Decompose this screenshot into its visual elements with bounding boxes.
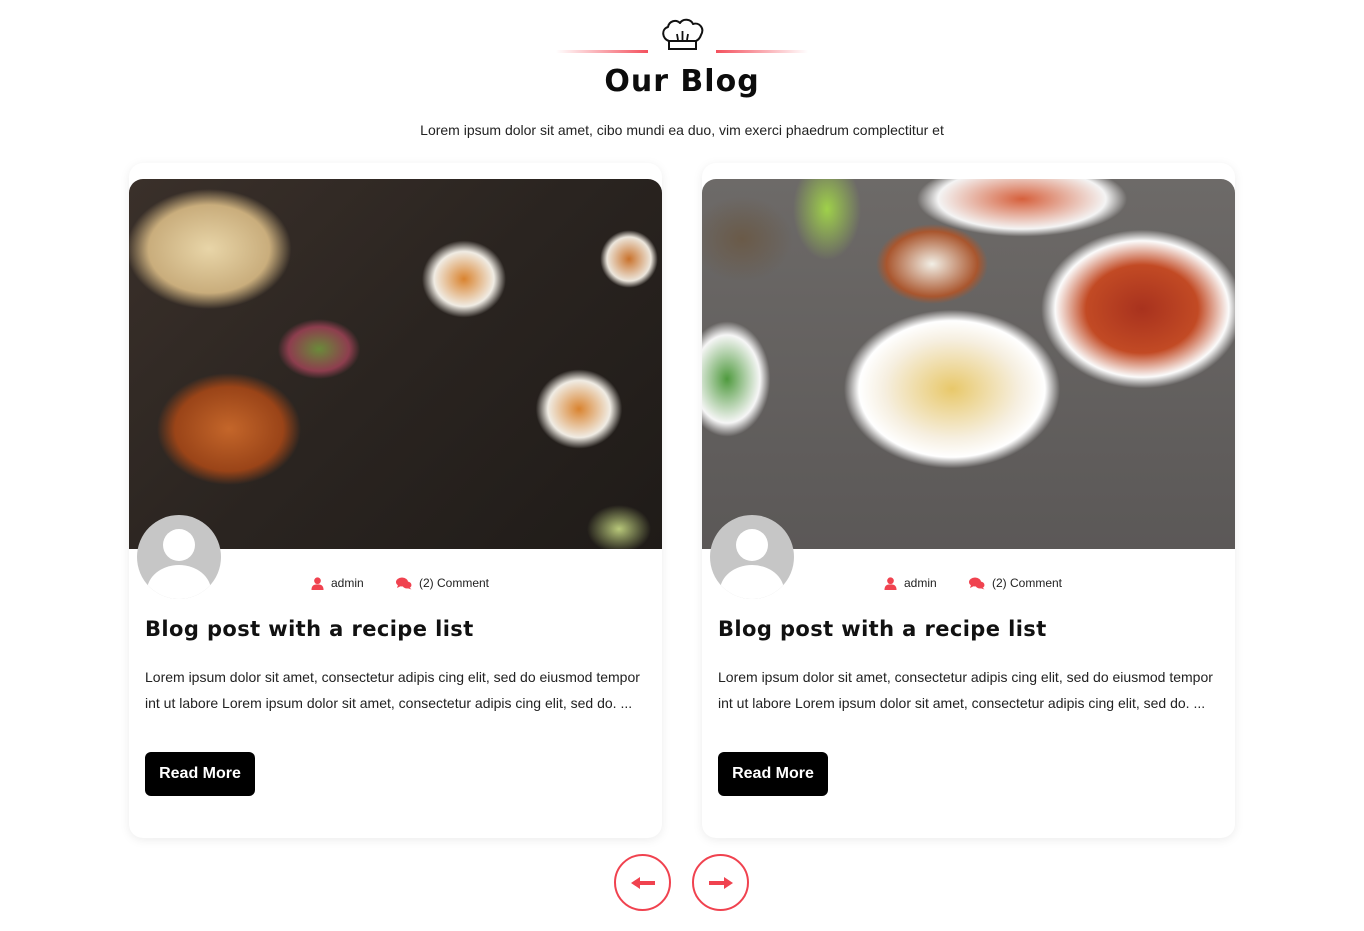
decorative-line-left: [556, 50, 648, 53]
comments-count: (2) Comment: [419, 576, 490, 590]
blog-card: admin (2) Comment Blog post with a recip…: [129, 163, 662, 838]
section-title: Our Blog: [604, 64, 760, 99]
comments-icon: [396, 577, 412, 589]
author-name: admin: [904, 576, 937, 590]
user-icon: [311, 576, 324, 590]
post-author[interactable]: admin: [311, 575, 364, 591]
post-title[interactable]: Blog post with a recipe list: [145, 617, 474, 641]
read-more-button[interactable]: Read More: [145, 752, 255, 796]
comments-icon: [969, 577, 985, 589]
user-icon: [884, 576, 897, 590]
post-comments[interactable]: (2) Comment: [969, 575, 1062, 591]
author-avatar: [137, 515, 221, 599]
section-heading-decoration: [0, 16, 1364, 56]
blog-post-image[interactable]: [702, 179, 1235, 549]
comments-count: (2) Comment: [992, 576, 1063, 590]
author-name: admin: [331, 576, 364, 590]
post-excerpt: Lorem ipsum dolor sit amet, consectetur …: [718, 669, 1213, 711]
post-author[interactable]: admin: [884, 575, 937, 591]
arrow-left-icon: [630, 876, 655, 889]
read-more-button[interactable]: Read More: [718, 752, 828, 796]
blog-card: admin (2) Comment Blog post with a recip…: [702, 163, 1235, 838]
chef-hat-icon: [662, 18, 704, 50]
carousel-prev-button[interactable]: [614, 854, 671, 911]
post-comments[interactable]: (2) Comment: [396, 575, 489, 591]
section-subtitle: Lorem ipsum dolor sit amet, cibo mundi e…: [420, 122, 944, 138]
carousel-next-button[interactable]: [692, 854, 749, 911]
author-avatar: [710, 515, 794, 599]
blog-post-image[interactable]: [129, 179, 662, 549]
decorative-line-right: [716, 50, 808, 53]
arrow-right-icon: [708, 876, 733, 889]
post-excerpt: Lorem ipsum dolor sit amet, consectetur …: [145, 669, 640, 711]
post-title[interactable]: Blog post with a recipe list: [718, 617, 1047, 641]
